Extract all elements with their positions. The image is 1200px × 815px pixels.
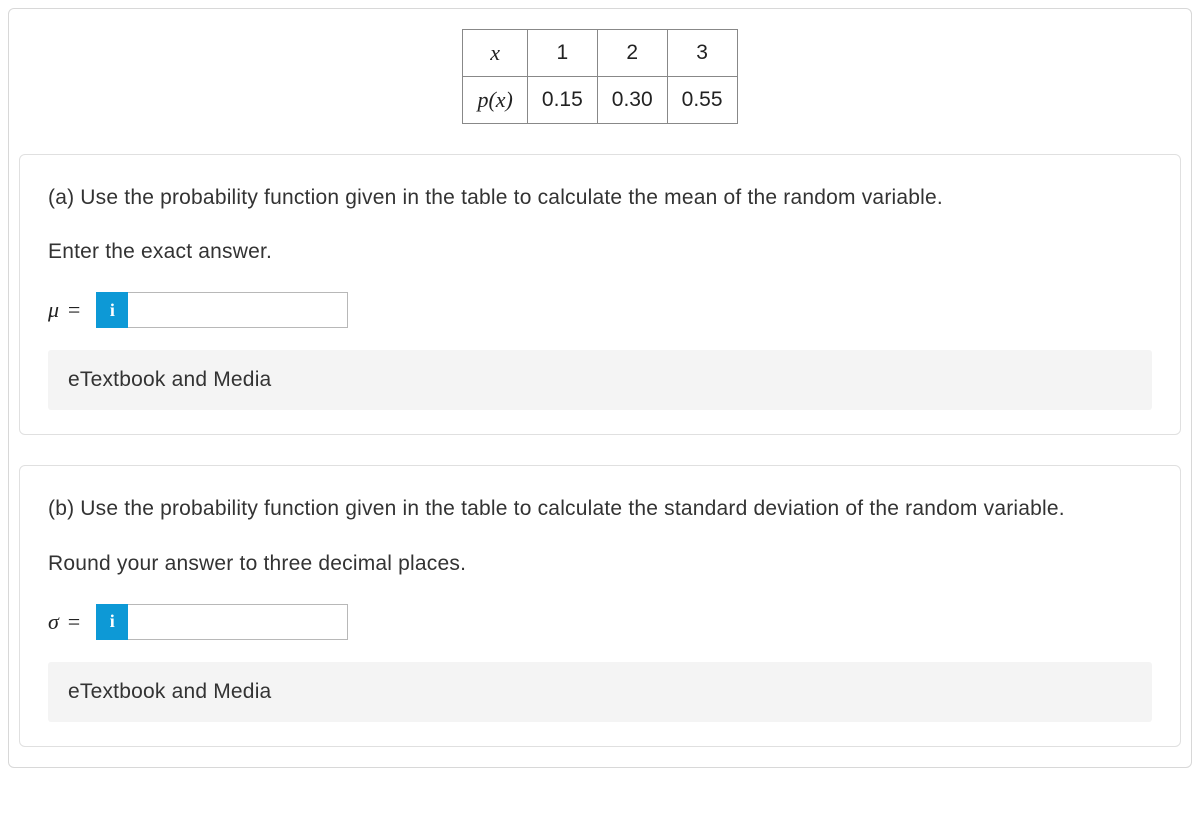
part-a-answer-row: μ = i <box>48 292 1152 328</box>
table-row: x 1 2 3 <box>463 30 737 77</box>
probability-table-wrap: x 1 2 3 p(x) 0.15 0.30 0.55 <box>19 29 1181 124</box>
part-a-question: (a) Use the probability function given i… <box>48 183 1152 212</box>
px-val-2: 0.30 <box>597 77 667 124</box>
part-a-card: (a) Use the probability function given i… <box>19 154 1181 435</box>
px-val-1: 0.15 <box>527 77 597 124</box>
px-val-3: 0.55 <box>667 77 737 124</box>
x-val-2: 2 <box>597 30 667 77</box>
etextbook-link[interactable]: eTextbook and Media <box>48 662 1152 722</box>
x-val-3: 3 <box>667 30 737 77</box>
info-icon[interactable]: i <box>96 292 128 328</box>
part-a-instruction: Enter the exact answer. <box>48 240 1152 264</box>
table-row: p(x) 0.15 0.30 0.55 <box>463 77 737 124</box>
etextbook-link[interactable]: eTextbook and Media <box>48 350 1152 410</box>
part-b-answer-row: σ = i <box>48 604 1152 640</box>
mu-label: μ = <box>48 297 82 323</box>
x-label: x <box>463 30 527 77</box>
probability-table: x 1 2 3 p(x) 0.15 0.30 0.55 <box>462 29 737 124</box>
px-label: p(x) <box>463 77 527 124</box>
part-b-instruction: Round your answer to three decimal place… <box>48 552 1152 576</box>
part-b-question: (b) Use the probability function given i… <box>48 494 1152 523</box>
x-val-1: 1 <box>527 30 597 77</box>
sigma-input[interactable] <box>128 604 348 640</box>
part-b-card: (b) Use the probability function given i… <box>19 465 1181 746</box>
mu-input[interactable] <box>128 292 348 328</box>
main-card: x 1 2 3 p(x) 0.15 0.30 0.55 (a) Use the … <box>8 8 1192 768</box>
info-icon[interactable]: i <box>96 604 128 640</box>
sigma-label: σ = <box>48 609 82 635</box>
